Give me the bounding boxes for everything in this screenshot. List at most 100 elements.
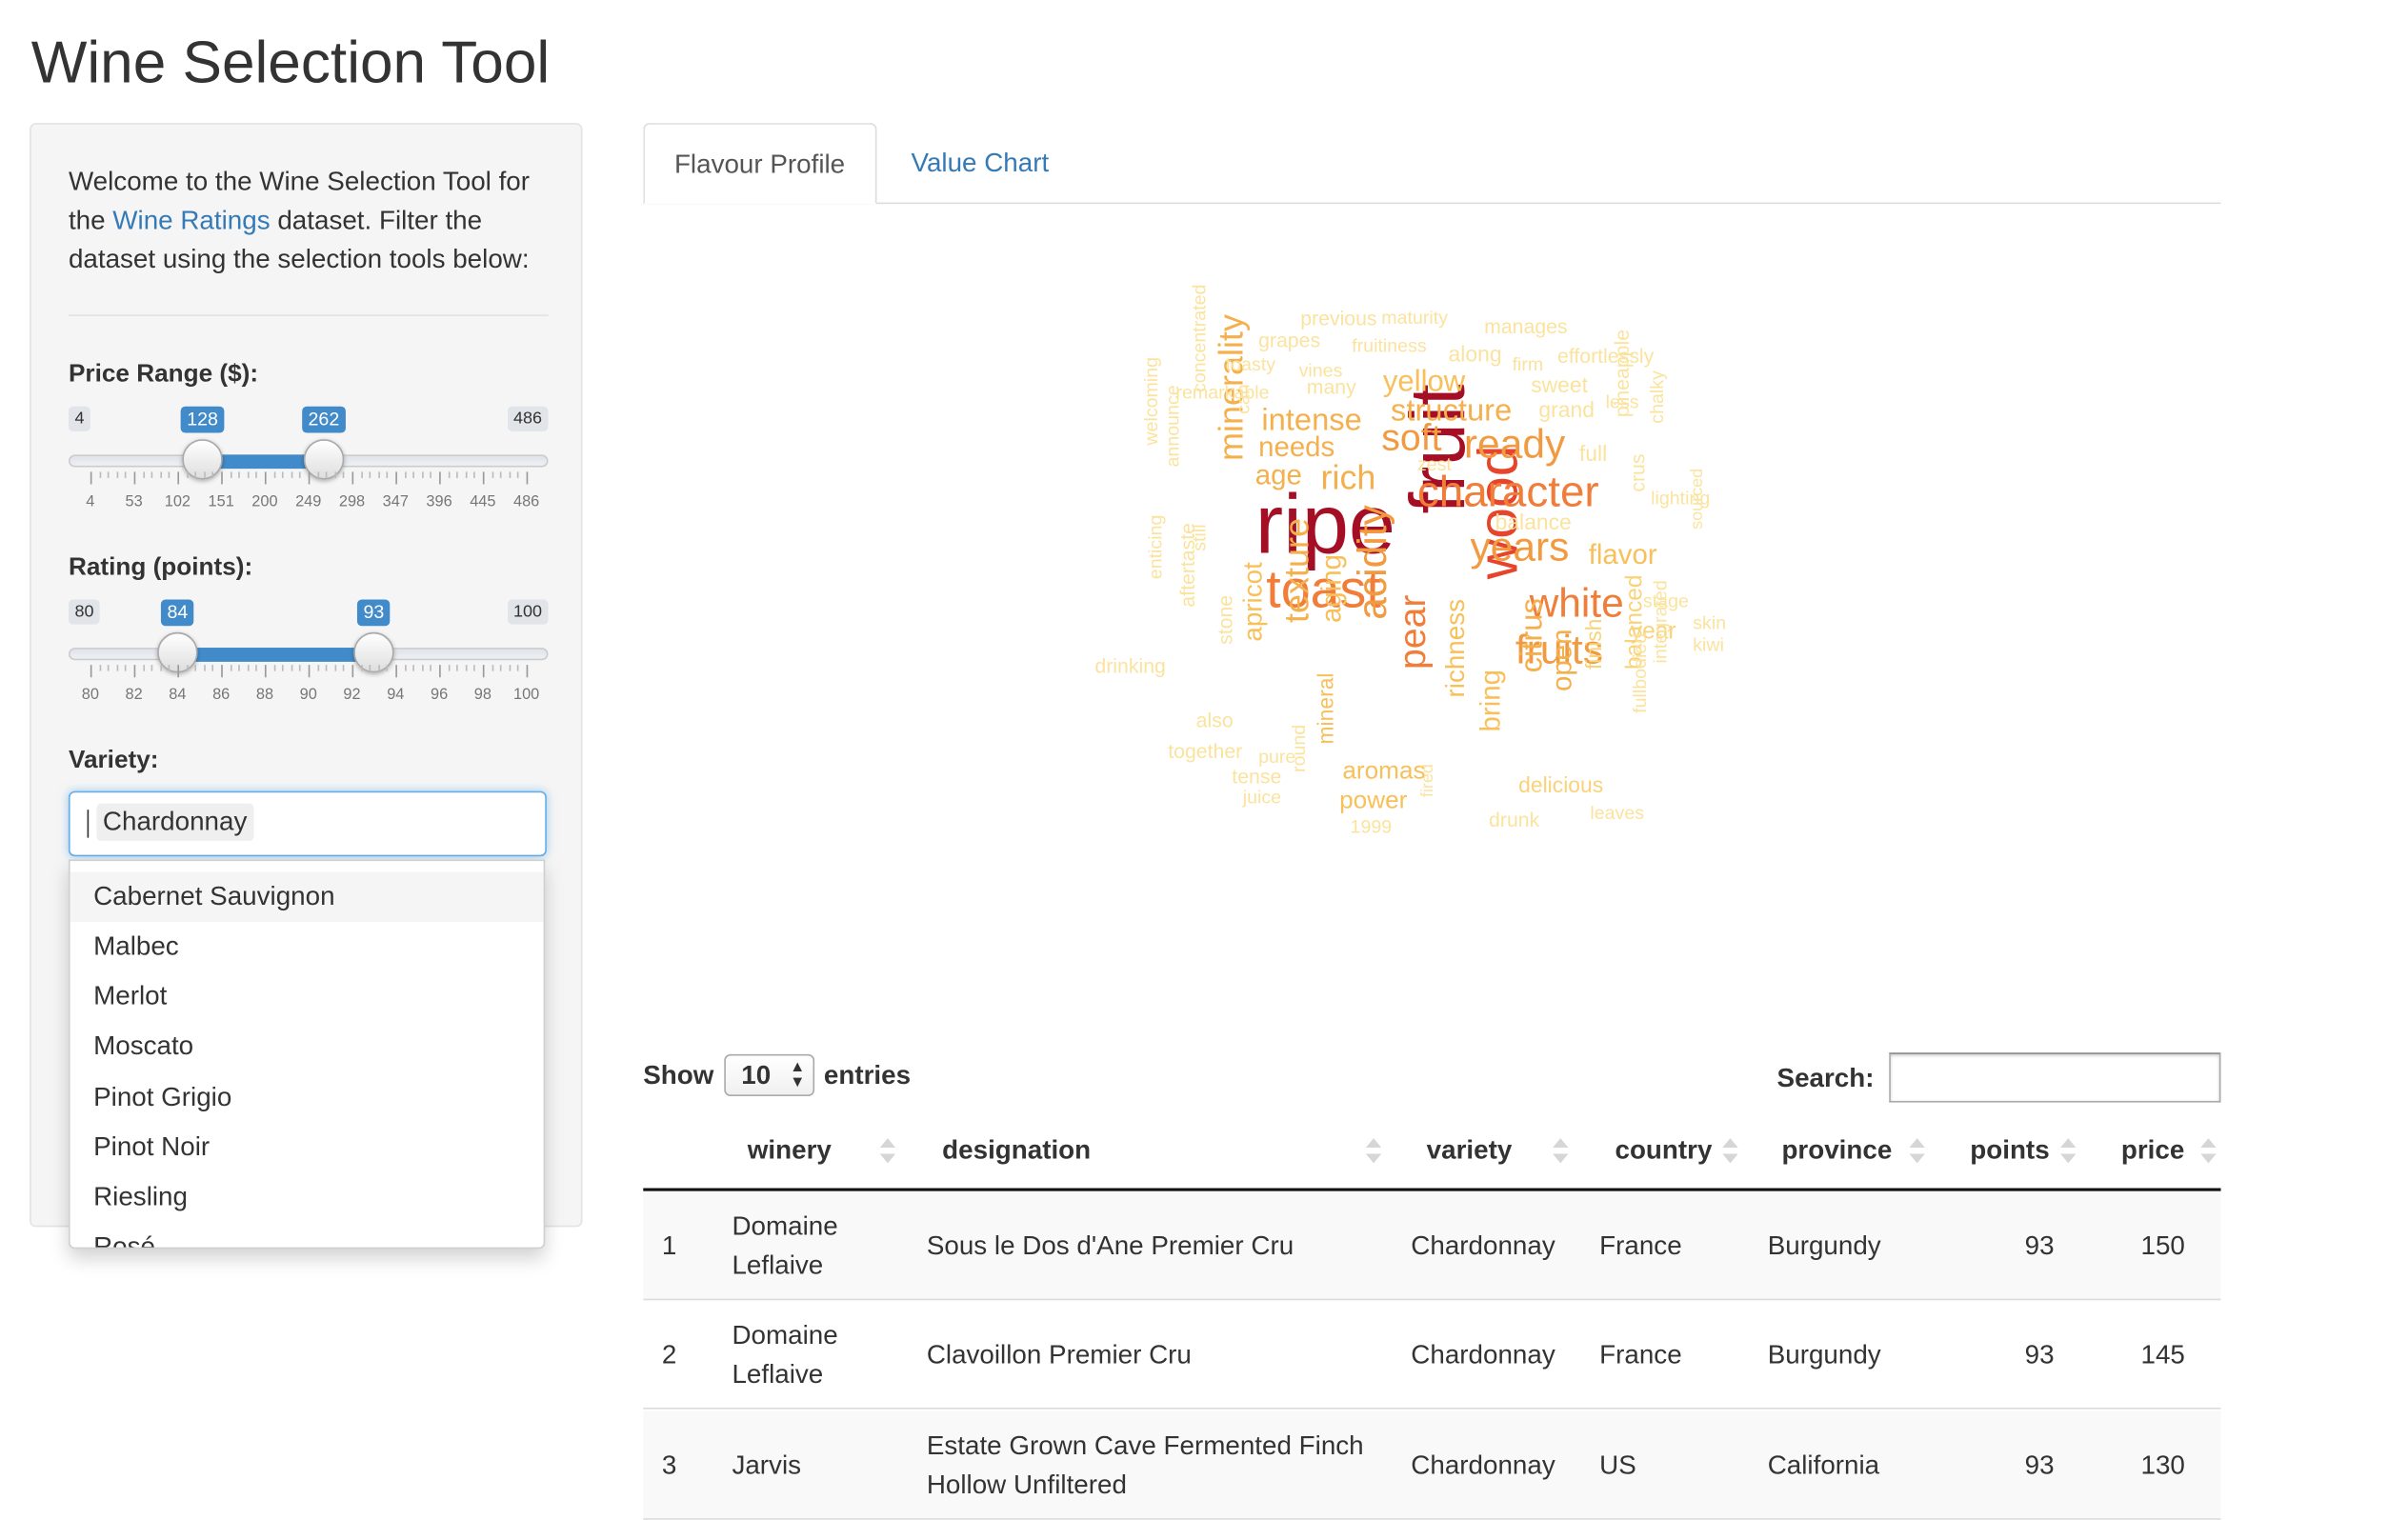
word-cloud-word: yellow xyxy=(1382,366,1466,399)
word-cloud-word: kiwi xyxy=(1693,633,1724,656)
cell-province: California xyxy=(1767,1450,1880,1480)
word-cloud-word: fruitiness xyxy=(1352,334,1427,357)
word-cloud-word: announce xyxy=(1161,385,1184,468)
entries-per-page-select[interactable]: 10 ▲ ▼ xyxy=(724,1053,815,1097)
column-header-price[interactable]: price xyxy=(2121,1113,2184,1188)
cell-variety: Chardonnay xyxy=(1411,1450,1555,1480)
word-cloud-word: mineral xyxy=(1313,672,1338,745)
word-cloud-word: age xyxy=(1254,459,1302,491)
select-arrows-icon: ▲ ▼ xyxy=(790,1058,806,1092)
cell-country: US xyxy=(1599,1450,1636,1480)
row-index: 1 xyxy=(661,1230,677,1260)
sort-icon[interactable] xyxy=(1365,1138,1382,1166)
word-cloud-word: 1999 xyxy=(1350,815,1393,838)
word-cloud-word: manages xyxy=(1484,314,1568,338)
entries-per-page-value: 10 xyxy=(741,1060,772,1090)
cell-designation: Estate Grown Cave Fermented Finch Hollow… xyxy=(926,1430,1364,1499)
row-index: 2 xyxy=(661,1339,677,1370)
word-cloud-word: concentrated xyxy=(1188,284,1211,393)
word-cloud-word: grand xyxy=(1538,396,1595,423)
cell-variety: Chardonnay xyxy=(1411,1339,1555,1370)
dropdown-option[interactable]: Riesling xyxy=(70,1172,544,1222)
word-cloud-word: full xyxy=(1578,440,1608,466)
show-label: Show xyxy=(643,1060,714,1090)
word-cloud-word: apricot xyxy=(1237,562,1268,642)
word-cloud-word: toasty xyxy=(1225,353,1276,376)
cell-province: Burgundy xyxy=(1767,1339,1881,1370)
dropdown-option[interactable]: Merlot xyxy=(70,971,544,1021)
cell-designation: Sous le Dos d'Ane Premier Cru xyxy=(926,1230,1294,1260)
table-row[interactable]: 3 Jarvis Estate Grown Cave Fermented Fin… xyxy=(643,1410,2221,1520)
cell-points: 93 xyxy=(2024,1339,2055,1370)
sort-icon[interactable] xyxy=(1553,1138,1569,1166)
word-cloud-word: character xyxy=(1416,467,1599,516)
word-cloud-word: pear xyxy=(1392,594,1435,670)
word-cloud-word: along xyxy=(1448,341,1502,367)
word-cloud-word: together xyxy=(1168,739,1243,764)
sort-icon[interactable] xyxy=(879,1138,896,1166)
flavour-word-cloud: ripe fruit wood toast character ready soft whit… xyxy=(0,0,2408,934)
word-cloud-word: fired xyxy=(1418,764,1438,798)
word-cloud-word: drunk xyxy=(1489,808,1540,832)
word-cloud-word: effortlessly xyxy=(1557,344,1655,368)
table-row[interactable]: 1 Domaine Leflaive Sous le Dos d'Ane Pre… xyxy=(643,1190,2221,1301)
word-cloud-word: zest xyxy=(1416,452,1452,475)
column-header-province[interactable]: province xyxy=(1781,1113,1892,1188)
cell-winery: Domaine Leflaive xyxy=(732,1319,838,1389)
entries-label: entries xyxy=(823,1060,912,1090)
word-cloud-word: can xyxy=(1232,384,1254,414)
table-search-input[interactable] xyxy=(1889,1052,2221,1103)
column-header-points[interactable]: points xyxy=(1970,1113,2049,1188)
word-cloud-word: finish xyxy=(1580,618,1606,670)
column-header-designation[interactable]: designation xyxy=(942,1113,1091,1188)
word-cloud-word: ready xyxy=(1463,420,1566,468)
cell-price: 145 xyxy=(2140,1339,2185,1370)
word-cloud-word: grapes xyxy=(1258,328,1321,352)
cell-points: 93 xyxy=(2024,1450,2055,1480)
table-header: winery designation variety country provi… xyxy=(643,1113,2221,1191)
cell-designation: Clavoillon Premier Cru xyxy=(926,1339,1192,1370)
word-cloud-word: many xyxy=(1306,375,1356,399)
table-row[interactable]: 2 Domaine Leflaive Clavoillon Premier Cr… xyxy=(643,1300,2221,1410)
word-cloud-word: delicious xyxy=(1518,771,1604,798)
word-cloud-word: skin xyxy=(1693,611,1727,634)
column-header-country[interactable]: country xyxy=(1615,1113,1712,1188)
word-cloud-word: bring xyxy=(1475,669,1507,732)
cell-winery: Domaine Leflaive xyxy=(732,1210,838,1280)
word-cloud-word: balance xyxy=(1495,509,1572,534)
word-cloud-word: flavor xyxy=(1588,538,1657,570)
word-cloud-word: tense xyxy=(1232,764,1282,789)
sort-icon[interactable] xyxy=(1722,1138,1738,1166)
word-cloud-word: needs xyxy=(1258,430,1335,463)
dropdown-option[interactable]: Pinot Noir xyxy=(70,1123,544,1172)
column-header-winery[interactable]: winery xyxy=(748,1113,832,1188)
row-index: 3 xyxy=(661,1450,677,1480)
word-cloud-word: stone xyxy=(1213,594,1237,645)
cell-country: France xyxy=(1599,1230,1682,1260)
cell-points: 93 xyxy=(2024,1230,2055,1260)
word-cloud-word: fullbodied xyxy=(1629,632,1652,713)
word-cloud-word: enticing xyxy=(1144,514,1167,580)
sort-icon[interactable] xyxy=(2200,1138,2217,1166)
dropdown-option[interactable]: Rosé xyxy=(70,1222,544,1247)
word-cloud-word: welcoming xyxy=(1139,356,1162,446)
word-cloud-word: previous xyxy=(1300,307,1377,330)
word-cloud-word: also xyxy=(1195,708,1234,732)
column-header-variety[interactable]: variety xyxy=(1427,1113,1513,1188)
word-cloud-word: crus xyxy=(1625,453,1650,492)
word-cloud-word: leaves xyxy=(1590,802,1645,824)
cell-country: France xyxy=(1599,1339,1682,1370)
word-cloud-word: round xyxy=(1288,724,1311,772)
sort-icon[interactable] xyxy=(2060,1138,2077,1166)
dropdown-option[interactable]: Pinot Grigio xyxy=(70,1073,544,1123)
sort-icon[interactable] xyxy=(1909,1138,1925,1166)
word-cloud-word: rich xyxy=(1320,457,1376,497)
word-cloud-word: integrated xyxy=(1649,580,1672,664)
cell-province: Burgundy xyxy=(1767,1230,1881,1260)
word-cloud-word: drinking xyxy=(1094,653,1166,678)
dropdown-option[interactable]: Moscato xyxy=(70,1022,544,1071)
cell-winery: Jarvis xyxy=(732,1450,802,1480)
cell-price: 130 xyxy=(2140,1450,2185,1480)
word-cloud-word: pineapple xyxy=(1610,329,1635,418)
word-cloud-word: structure xyxy=(1391,393,1513,429)
